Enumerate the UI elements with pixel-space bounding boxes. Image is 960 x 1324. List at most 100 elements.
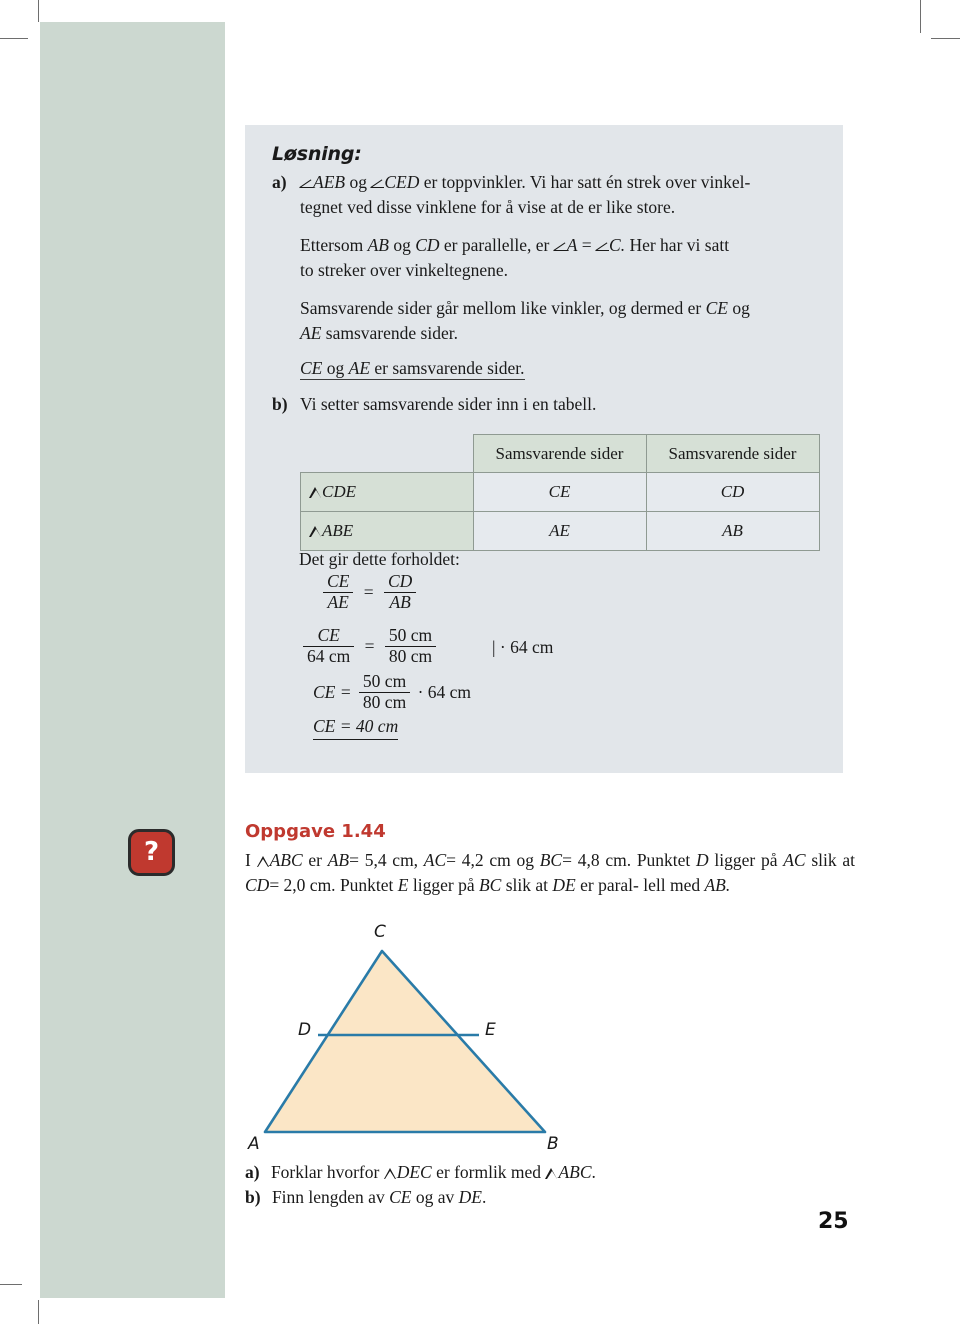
figure-label-b: B [547,1134,559,1154]
fraction-50cm-80cm: 50 cm 80 cm [384,625,437,667]
subquestion-a-post: . [591,1162,596,1182]
table-header-col1: Samsvarende sider [472,434,647,473]
text-ligger-1: ligger [714,850,756,870]
solution-a-tail: er toppvinkler. Vi har satt én strek ove… [423,172,751,192]
text-ettersom: Ettersom [300,235,364,255]
angle-a-label: A [566,235,578,255]
angle-icon [553,240,567,252]
table-header-row: Samsvarende sider Samsvarende sider [301,434,820,473]
samsvarende-sider-table: Samsvarende sider Samsvarende sider CDE … [300,434,820,551]
crop-mark-top-right-horizontal [931,38,960,39]
solution-heading: Løsning: [272,143,362,165]
text-samsvarende-sider-2: samsvarende sider. [325,323,458,343]
text-er-parallell-1: er paral- [580,875,639,895]
text-ligger-paa: ligger på [412,875,475,895]
figure-label-e: E [485,1020,496,1040]
eq2-equals: = [364,635,375,656]
subquestion-a: a) Forklar hvorfor DEC er formlik med AB… [245,1160,596,1185]
eq3-numerator: 50 cm [362,671,407,691]
segment-ce-1: CE [705,298,728,318]
table-row-label-abe: ABE [300,511,474,551]
segment-cd-2: CD [245,875,270,895]
crop-mark-bottom-left-horizontal [0,1284,22,1285]
equation-ratio-2: CE 64 cm = 50 cm 80 cm [300,625,439,667]
triangle-abc-shape [263,949,547,1134]
angle-icon [300,177,313,189]
triangle-svg [263,949,547,1134]
eq2-rhs-denominator: 80 cm [384,645,437,667]
triangle-dec-label: DEC [396,1162,432,1182]
eq3-tail: · 64 cm [417,681,472,702]
segment-ab-2: AB [327,850,350,870]
triangle-abc-label-1: ABC [269,850,303,870]
eq3-lhs: CE = [313,681,352,702]
table-row-label-cde: CDE [300,472,474,512]
segment-bc-1: BC [539,850,563,870]
segment-ab-1: AB [367,235,389,255]
text-i: I [245,850,251,870]
table-cell-cde-col1: CE [472,472,647,512]
solution-samsvarende-line1: Samsvarende sider går mellom like vinkle… [300,296,838,321]
triangle-cde-label: CDE [322,482,356,501]
text-her-har-vi-satt: Her har vi satt [629,235,730,255]
text-samsvarende-sider: Samsvarende sider går mellom like vinkle… [300,298,702,318]
solution-ettersom-line2: to streker over vinkeltegnene. [300,260,508,280]
eq2-lhs-denominator: 64 cm [303,645,355,667]
exercise-title: Oppgave 1.44 [245,821,386,842]
text-lell-med: lell med [643,875,701,895]
point-e-label: E [397,875,409,895]
table-cell-abe-col2: AB [645,511,820,551]
word-og-1: og [349,172,367,192]
text-er-parallelle: er parallelle, er [443,235,550,255]
table-row: CDE CE CD [300,472,820,512]
segment-ae-2: AE [348,358,371,378]
subquestion-b-label: b) [245,1187,261,1207]
solution-samsvarende-line2: AE samsvarende sider. [300,321,838,346]
triangle-icon [383,1168,397,1179]
subquestion-b: b) Finn lengden av CE og av DE. [245,1185,596,1210]
fraction-50cm-80cm-2: 50 cm 80 cm [358,671,411,713]
word-og-5: og [516,850,535,870]
solution-item-a-line1: AEB og CED er toppvinkler. Vi har satt é… [300,170,835,195]
table-row: ABE AE AB [300,511,820,551]
equation-solve-ce: CE = 50 cm 80 cm · 64 cm [313,671,472,713]
page-number: 25 [818,1209,849,1234]
fraction-cd-ab: CD AB [384,571,417,613]
table-cell-abe-col1: AE [472,511,647,551]
segment-ce-2: CE [300,358,323,378]
segment-de-2: DE [458,1187,482,1207]
text-punktet-1: Punktet [636,850,691,870]
crop-mark-top-right-vertical [920,0,921,33]
crop-mark-top-left-vertical [38,0,39,22]
triangle-icon [309,526,322,537]
equation-intro-text: Det gir dette forholdet: [299,549,460,569]
value-ac: = 4,2 cm [446,850,511,870]
figure-label-c: C [374,922,386,942]
eq3-denominator: 80 cm [358,691,411,713]
table-corner-cell [301,435,474,473]
triangle-abc-label-2: ABC [558,1162,592,1182]
angle-ced-label: CED [384,172,420,192]
figure-label-a: A [248,1134,260,1154]
triangle-figure: C D E A B [230,920,650,1160]
subquestion-b-mid: og av [415,1187,455,1207]
angle-aeb-label: AEB [313,172,346,192]
solution-item-b-marker: b) [272,394,288,414]
subquestion-a-mid: er formlik med [436,1162,542,1182]
angle-icon [371,177,385,189]
segment-ce-3: CE [389,1187,412,1207]
text-slik-at-2: slik at [505,875,549,895]
question-mark-icon: ? [128,829,175,876]
solution-item-a-line2: tegnet ved disse vinklene for å vise at … [300,197,676,217]
solution-conclusion: CE og AE er samsvarende sider. [300,356,525,381]
fraction-ce-64cm: CE 64 cm [303,625,355,667]
segment-de-1: DE [552,875,576,895]
eq1-rhs-denominator: AB [384,591,417,613]
word-og-2: og [393,235,411,255]
exercise-body: I ABC er AB= 5,4 cm, AC= 4,2 cm og BC= 4… [245,848,855,898]
word-og-3: og [732,298,750,318]
table-header-col2: Samsvarende sider [645,434,820,473]
subquestion-a-label: a) [245,1162,260,1182]
subquestion-b-pre: Finn lengden av [271,1187,385,1207]
angle-c-label: C. [609,235,626,255]
